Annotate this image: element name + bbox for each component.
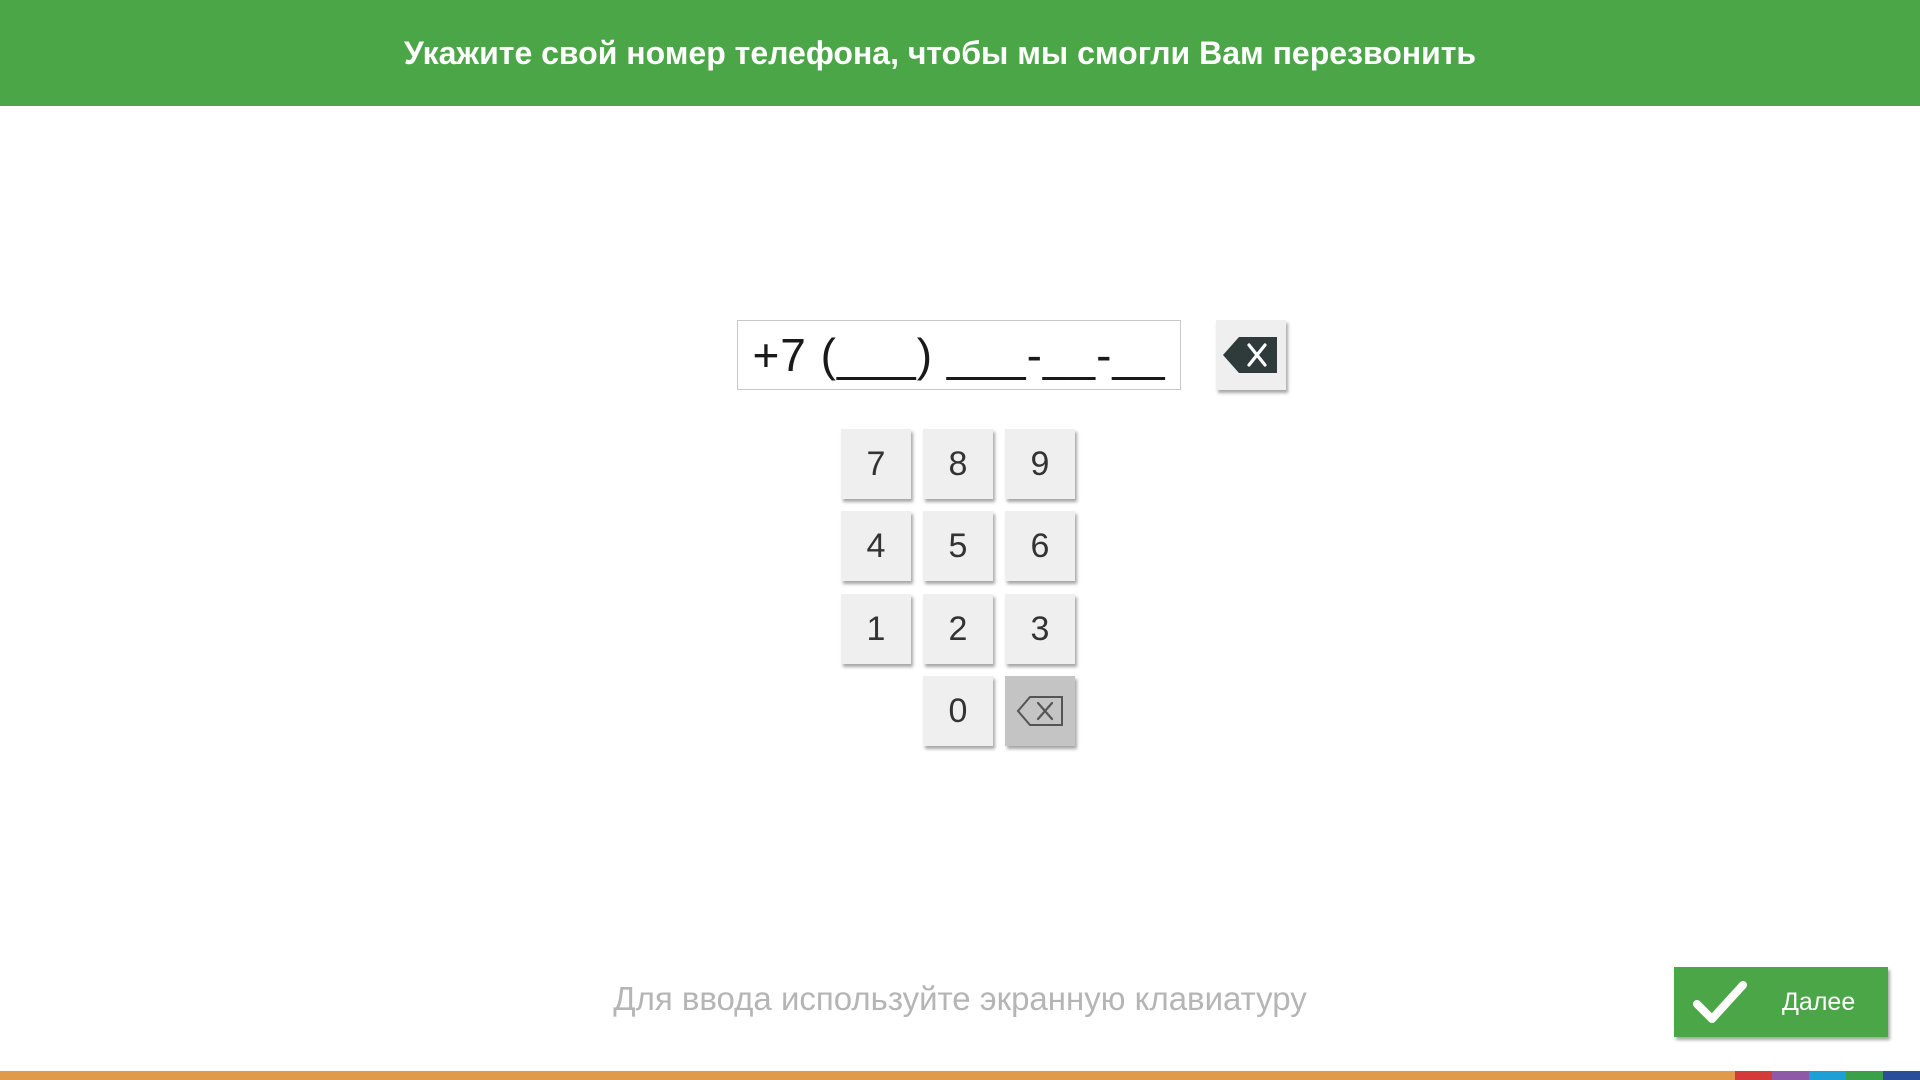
key-9[interactable]: 9 (1005, 429, 1075, 499)
backspace-outline-icon (1016, 696, 1063, 726)
key-2[interactable]: 2 (923, 594, 993, 664)
footer-accent-navy (1883, 1071, 1920, 1080)
keyboard-hint: Для ввода используйте экранную клавиатур… (613, 980, 1307, 1017)
key-6[interactable]: 6 (1005, 511, 1075, 581)
footer-accent-purple (1772, 1071, 1809, 1080)
checkmark-icon (1692, 977, 1748, 1027)
clear-phone-button[interactable] (1216, 320, 1286, 390)
key-7[interactable]: 7 (841, 429, 911, 499)
phone-input-value: +7 (___) ___-__-__ (752, 329, 1166, 381)
page-title: Укажите свой номер телефона, чтобы мы см… (403, 34, 1477, 71)
backspace-key[interactable] (1005, 676, 1075, 746)
key-3[interactable]: 3 (1005, 594, 1075, 664)
footer-color-bar (0, 1071, 1920, 1080)
header-bar: Укажите свой номер телефона, чтобы мы см… (0, 0, 1920, 106)
key-4[interactable]: 4 (841, 511, 911, 581)
key-8[interactable]: 8 (923, 429, 993, 499)
footer-bar-main (0, 1071, 1735, 1080)
footer-accent-red (1735, 1071, 1772, 1080)
next-button-label: Далее (1782, 987, 1856, 1016)
backspace-filled-icon (1223, 337, 1277, 373)
key-0[interactable]: 0 (923, 676, 993, 746)
next-button[interactable]: Далее (1674, 967, 1888, 1037)
phone-input[interactable]: +7 (___) ___-__-__ (737, 320, 1181, 390)
key-5[interactable]: 5 (923, 511, 993, 581)
key-1[interactable]: 1 (841, 594, 911, 664)
footer-accent-green (1846, 1071, 1883, 1080)
footer-accent-blue (1809, 1071, 1846, 1080)
